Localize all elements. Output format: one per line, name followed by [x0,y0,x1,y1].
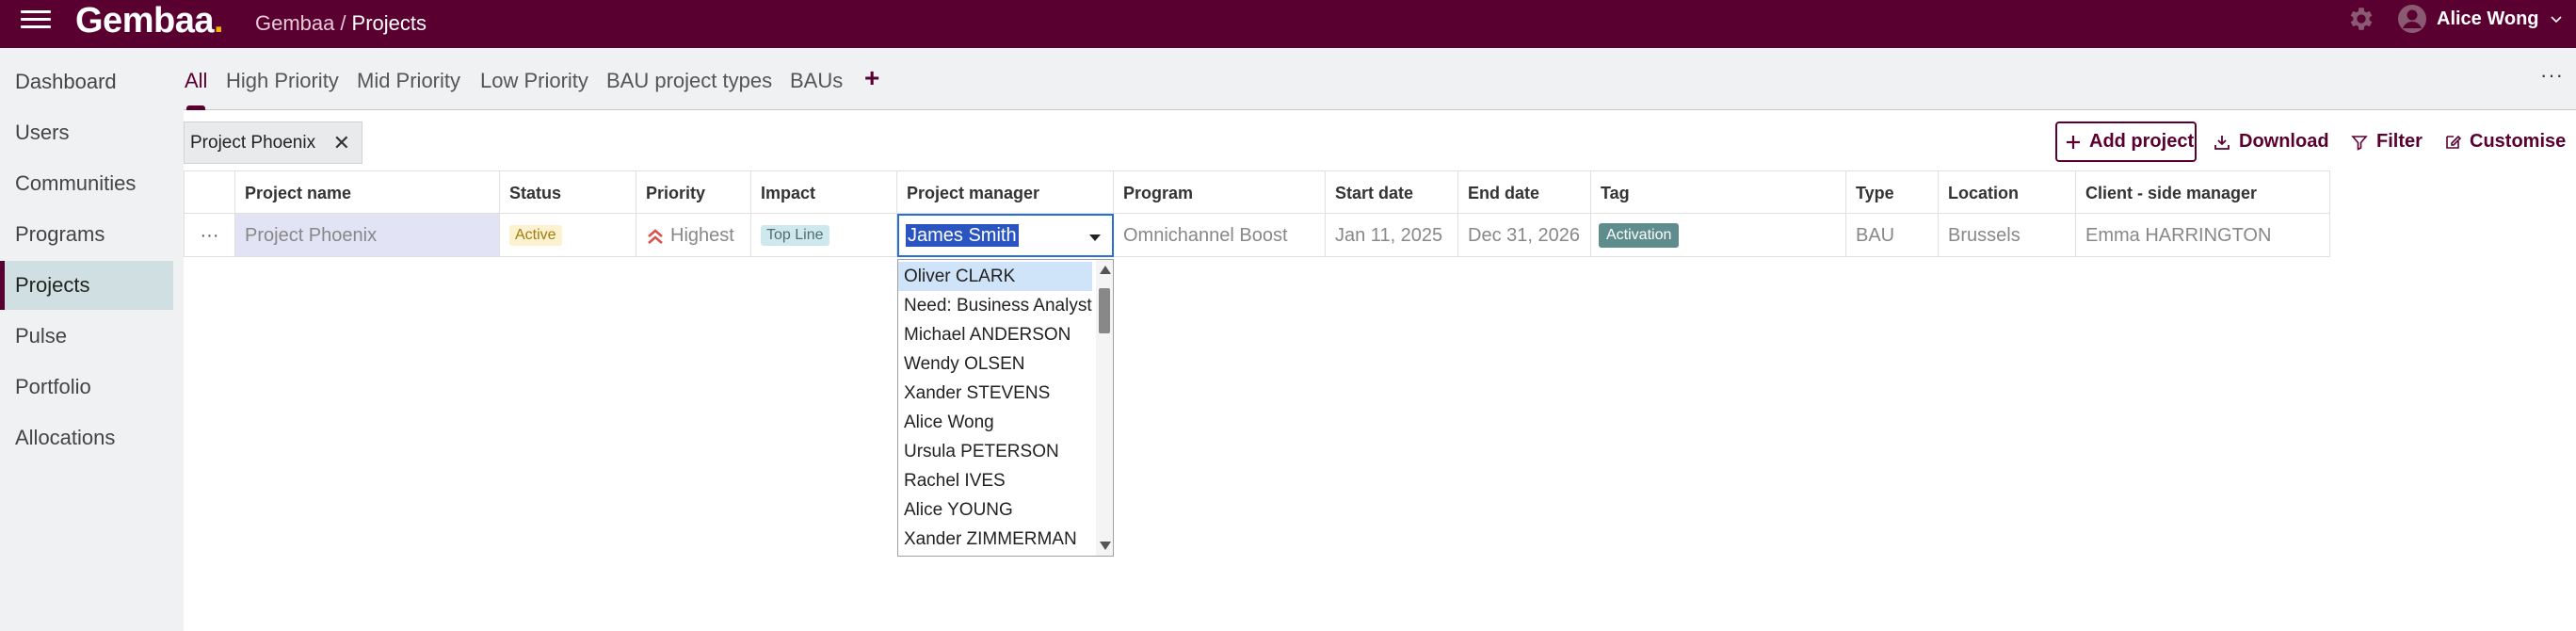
dropdown-option[interactable]: Ursula PETERSON [898,437,1092,466]
cell-type[interactable]: BAU [1846,214,1939,257]
dropdown-option[interactable]: Oliver CLARK [898,262,1092,291]
project-manager-dropdown: Oliver CLARK Need: Business Analyst Mich… [897,259,1114,557]
cell-program[interactable]: Omnichannel Boost [1114,214,1326,257]
dropdown-option[interactable]: Michael ANDERSON [898,320,1092,349]
tab-mid-priority[interactable]: Mid Priority [357,69,460,93]
breadcrumb: Gembaa / Projects [255,11,427,36]
column-header-status[interactable]: Status [500,170,636,214]
column-header-program[interactable]: Program [1114,170,1326,214]
column-header-project-name[interactable]: Project name [235,170,500,214]
sidebar-item-programs[interactable]: Programs [0,210,173,259]
app-logo[interactable]: Gembaa. [75,0,224,41]
sidebar-item-pulse[interactable]: Pulse [0,312,173,361]
column-header-type[interactable]: Type [1846,170,1939,214]
tab-all[interactable]: All [185,69,207,93]
download-button[interactable]: Download [2213,121,2329,162]
column-header-priority[interactable]: Priority [636,170,751,214]
cell-status[interactable]: Active [500,214,636,257]
filter-button[interactable]: Filter [2350,121,2423,162]
active-tab-indicator [186,105,205,110]
sidebar-item-portfolio[interactable]: Portfolio [0,363,173,412]
dropdown-option[interactable]: Alice Wong [898,408,1092,437]
sidebar: Dashboard Users Communities Programs Pro… [0,48,184,631]
column-header-project-manager[interactable]: Project manager [897,170,1114,214]
filter-chip-label: Project Phoenix [190,132,316,153]
project-manager-select[interactable]: James Smith [897,214,1114,257]
scroll-down-icon[interactable] [1100,542,1111,550]
cell-client-side-manager[interactable]: Emma HARRINGTON [2076,214,2330,257]
filter-chip[interactable]: Project Phoenix ✕ [184,121,362,164]
column-header-impact[interactable]: Impact [751,170,897,214]
more-options-button[interactable]: ··· [2540,63,2564,88]
cell-impact[interactable]: Top Line [751,214,897,257]
sidebar-item-allocations[interactable]: Allocations [0,413,173,462]
cell-location[interactable]: Brussels [1939,214,2076,257]
sidebar-item-projects[interactable]: Projects [0,261,173,310]
sidebar-item-users[interactable]: Users [0,108,173,157]
cell-start-date[interactable]: Jan 11, 2025 [1326,214,1458,257]
column-header-location[interactable]: Location [1939,170,2076,214]
tag-badge: Activation [1599,223,1680,248]
download-icon [2214,135,2230,150]
cell-end-date[interactable]: Dec 31, 2026 [1458,214,1591,257]
cell-priority[interactable]: Highest [636,214,751,257]
hamburger-menu-icon[interactable] [21,6,51,34]
chevron-down-icon [2550,16,2562,24]
sidebar-item-communities[interactable]: Communities [0,159,173,208]
add-project-label: Add project [2089,131,2195,152]
dropdown-scrollbar[interactable] [1096,260,1113,556]
tab-high-priority[interactable]: High Priority [226,69,339,93]
add-project-button[interactable]: Add project [2055,121,2197,162]
dropdown-arrow-icon[interactable] [1089,235,1101,241]
column-header-tag[interactable]: Tag [1591,170,1846,214]
breadcrumb-current: Projects [351,11,427,35]
dropdown-option[interactable]: Xander ZIMMERMAN [898,525,1092,554]
main-content: All High Priority Mid Priority Low Prior… [184,48,2576,631]
cell-project-name[interactable]: Project Phoenix [235,214,500,257]
dropdown-option[interactable]: Xander STEVENS [898,379,1092,408]
scrollbar-thumb[interactable] [1099,288,1110,333]
avatar-icon [2398,5,2426,33]
breadcrumb-parent[interactable]: Gembaa [255,11,334,35]
download-label: Download [2239,131,2329,152]
priority-label: Highest [670,225,734,246]
gear-icon[interactable] [2346,4,2376,34]
cell-tag[interactable]: Activation [1591,214,1846,257]
filter-icon [2351,135,2368,151]
tab-low-priority[interactable]: Low Priority [480,69,588,93]
column-header-start-date[interactable]: Start date [1326,170,1458,214]
view-tabs: All High Priority Mid Priority Low Prior… [184,48,2576,110]
column-header-client-side-manager[interactable]: Client - side manager [2076,170,2330,214]
dropdown-option[interactable]: Wendy OLSEN [898,349,1092,379]
filter-label: Filter [2376,131,2423,152]
project-manager-value: James Smith [906,224,1019,247]
add-tab-button[interactable]: + [864,63,879,93]
customise-label: Customise [2470,131,2567,152]
tab-bau-project-types[interactable]: BAU project types [606,69,772,93]
customise-button[interactable]: Customise [2443,121,2566,162]
user-name: Alice Wong [2437,8,2539,29]
dropdown-option[interactable]: Rachel IVES [898,466,1092,495]
edit-icon [2446,135,2462,149]
priority-highest-icon [648,229,663,244]
scroll-up-icon[interactable] [1100,266,1111,274]
column-header-end-date[interactable]: End date [1458,170,1591,214]
row-menu-button[interactable]: ··· [184,214,235,257]
top-bar: Gembaa. Gembaa / Projects Alice Wong [0,0,2576,48]
breadcrumb-separator: / [340,11,346,35]
user-menu[interactable]: Alice Wong [2397,4,2564,34]
close-icon[interactable]: ✕ [333,131,350,155]
sidebar-item-dashboard[interactable]: Dashboard [0,57,173,106]
tab-baus[interactable]: BAUs [790,69,843,93]
column-header-menu [184,170,235,214]
dropdown-option[interactable]: Need: Business Analyst [898,291,1092,320]
toolbar: Project Phoenix ✕ Add project Download F… [184,111,2576,170]
plus-icon [2067,135,2080,149]
status-badge: Active [509,225,562,246]
dropdown-option[interactable]: Alice YOUNG [898,495,1092,525]
impact-badge: Top Line [761,225,829,246]
